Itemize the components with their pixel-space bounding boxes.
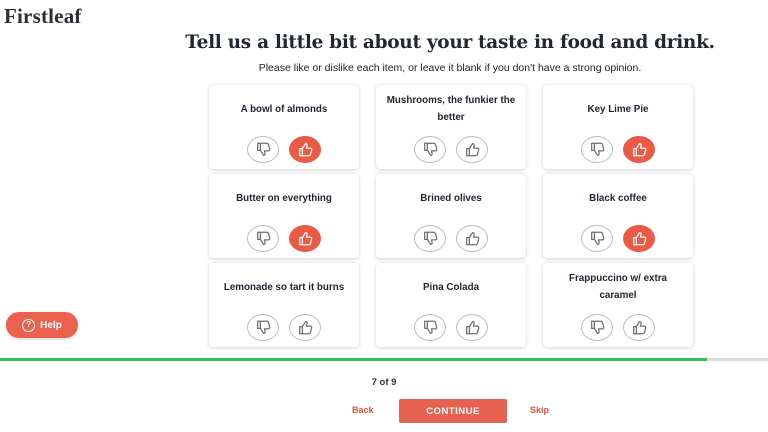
vote-buttons [209,314,359,341]
like-button[interactable] [456,136,488,163]
thumbs-up-icon [465,321,479,335]
dislike-button[interactable] [581,314,613,341]
like-button[interactable] [289,314,321,341]
vote-buttons [543,136,693,163]
vote-buttons [376,136,526,163]
taste-card-label: Lemonade so tart it burns [223,281,345,293]
thumbs-up-icon [465,143,479,157]
taste-card: Pina Colada [376,263,526,347]
continue-button[interactable]: CONTINUE [399,399,507,423]
thumbs-up-icon [298,232,312,246]
vote-buttons [376,314,526,341]
taste-card: Frappuccino w/ extra caramel [543,263,693,347]
thumbs-up-icon [632,143,646,157]
thumbs-down-icon [423,142,437,156]
back-button[interactable]: Back [352,405,374,415]
dislike-button[interactable] [581,225,613,252]
like-button[interactable] [456,314,488,341]
thumbs-down-icon [256,320,270,334]
thumbs-up-icon [632,321,646,335]
taste-card: Butter on everything [209,174,359,258]
taste-card: Black coffee [543,174,693,258]
question-circle-icon: ? [22,318,36,332]
taste-card-label: Brined olives [420,192,482,204]
logo: Firstleaf [4,4,82,28]
taste-card: Mushrooms, the funkier the better [376,85,526,169]
taste-card-label: Pina Colada [422,281,480,293]
thumbs-down-icon [590,231,604,245]
taste-card-label: A bowl of almonds [240,103,328,115]
dislike-button[interactable] [247,314,279,341]
progress-fill [0,358,707,361]
help-label: Help [40,319,62,331]
dislike-button[interactable] [414,136,446,163]
vote-buttons [209,225,359,252]
thumbs-up-icon [298,143,312,157]
step-counter: 7 of 9 [371,377,397,388]
taste-card: A bowl of almonds [209,85,359,169]
vote-buttons [209,136,359,163]
dislike-button[interactable] [414,225,446,252]
thumbs-down-icon [256,231,270,245]
thumbs-down-icon [256,142,270,156]
vote-buttons [543,314,693,341]
taste-card: Brined olives [376,174,526,258]
page-title: Tell us a little bit about your taste in… [185,32,715,53]
taste-card-label: Black coffee [589,192,647,204]
taste-card-label: Frappuccino w/ extra caramel [569,273,667,301]
thumbs-down-icon [423,320,437,334]
like-button[interactable] [623,225,655,252]
vote-buttons [543,225,693,252]
skip-button[interactable]: Skip [530,405,549,415]
dislike-button[interactable] [247,225,279,252]
dislike-button[interactable] [414,314,446,341]
thumbs-down-icon [423,231,437,245]
taste-card-label: Key Lime Pie [587,103,649,115]
thumbs-down-icon [590,320,604,334]
thumbs-up-icon [298,321,312,335]
taste-card: Lemonade so tart it burns [209,263,359,347]
like-button[interactable] [456,225,488,252]
vote-buttons [376,225,526,252]
progress-bar [0,358,768,361]
thumbs-up-icon [465,232,479,246]
thumbs-down-icon [590,142,604,156]
like-button[interactable] [289,136,321,163]
dislike-button[interactable] [247,136,279,163]
taste-card: Key Lime Pie [543,85,693,169]
dislike-button[interactable] [581,136,613,163]
like-button[interactable] [289,225,321,252]
like-button[interactable] [623,136,655,163]
page-subtitle: Please like or dislike each item, or lea… [258,62,642,74]
thumbs-up-icon [632,232,646,246]
like-button[interactable] [623,314,655,341]
taste-card-label: Mushrooms, the funkier the better [386,95,516,123]
taste-card-label: Butter on everything [236,192,332,204]
help-button[interactable]: ? Help [6,312,78,338]
